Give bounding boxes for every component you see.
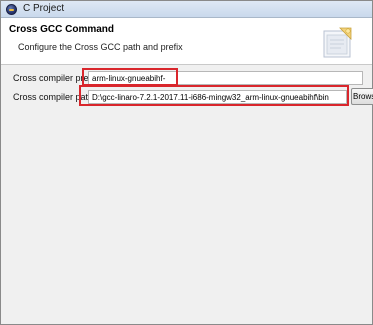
wizard-folder-icon: [323, 27, 352, 58]
prefix-label: Cross compiler prefix: [13, 73, 98, 83]
wizard-banner: Cross GCC Command Configure the Cross GC…: [1, 18, 372, 65]
page-title: Cross GCC Command: [9, 24, 115, 35]
browse-button[interactable]: Browse...: [351, 88, 373, 105]
title-bar: C Project: [1, 1, 372, 18]
prefix-input[interactable]: [88, 71, 363, 85]
path-label: Cross compiler path: [13, 92, 94, 102]
browse-button-frame: Browse...: [351, 88, 373, 105]
window-title: C Project: [23, 3, 65, 14]
path-input[interactable]: [88, 90, 347, 104]
page-description: Configure the Cross GCC path and prefix: [18, 42, 183, 52]
eclipse-icon: [6, 4, 17, 15]
c-project-window: C Project Cross GCC Command Configure th…: [0, 0, 373, 325]
